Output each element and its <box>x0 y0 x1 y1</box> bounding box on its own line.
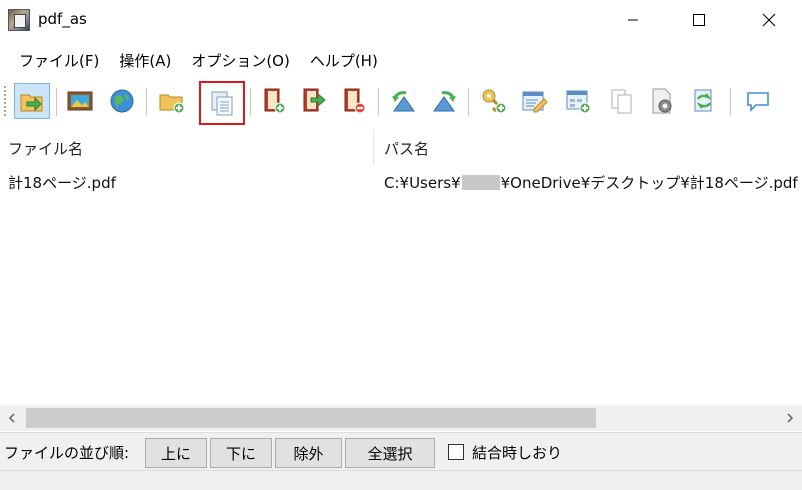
status-bar <box>0 470 802 490</box>
toolbar-separator <box>730 88 731 116</box>
web-button[interactable] <box>104 83 140 119</box>
refresh-button[interactable] <box>686 83 722 119</box>
menu-help[interactable]: ヘルプ(H) <box>300 44 388 74</box>
menu-operation[interactable]: 操作(A) <box>109 44 181 74</box>
toolbar-separator <box>468 88 469 116</box>
bookmark-checkbox-label[interactable]: 結合時しおり <box>472 442 562 463</box>
menu-file[interactable]: ファイル(F) <box>9 44 109 74</box>
redacted-username <box>461 175 500 190</box>
settings-button[interactable] <box>644 83 680 119</box>
toolbar-separator <box>378 88 379 116</box>
refresh-doc-icon <box>694 89 712 112</box>
key-add-icon <box>482 89 507 114</box>
toolbar-separator <box>146 88 147 116</box>
column-divider[interactable] <box>373 130 374 164</box>
pages-icon <box>611 89 632 114</box>
remove-document-button[interactable] <box>336 83 372 119</box>
toolbar <box>0 76 802 126</box>
horizontal-scrollbar[interactable] <box>0 405 802 431</box>
maximize-icon <box>693 14 705 26</box>
add-document-button[interactable] <box>256 83 292 119</box>
rotate-right-icon <box>433 91 456 112</box>
path-suffix: ¥OneDrive¥デスクトップ¥計18ページ.pdf <box>500 174 798 192</box>
open-file-button[interactable] <box>14 83 50 119</box>
order-controls: ファイルの並び順: 上に 下に 除外 全選択 結合時しおり <box>0 432 802 470</box>
toolbar-separator <box>56 88 57 116</box>
comment-icon <box>747 92 769 112</box>
app-window: pdf_as ファイル(F) 操作(A) オプション(O) ヘルプ(H) ファイ… <box>0 0 802 490</box>
copy-pages-button[interactable] <box>199 81 245 125</box>
window-add-button[interactable] <box>560 83 596 119</box>
security-button[interactable] <box>476 83 512 119</box>
scroll-thumb[interactable] <box>26 408 596 428</box>
edit-properties-button[interactable] <box>516 83 552 119</box>
scroll-left-button[interactable] <box>0 405 24 431</box>
move-up-button[interactable]: 上に <box>145 438 207 468</box>
menu-options[interactable]: オプション(O) <box>181 44 300 74</box>
move-down-button[interactable]: 下に <box>210 438 272 468</box>
doc-remove-icon <box>344 88 366 114</box>
file-list[interactable]: ファイル名 パス名 計18ページ.pdf C:¥Users¥ ¥OneDrive¥… <box>0 130 802 405</box>
rotate-left-icon <box>392 91 415 112</box>
chevron-left-icon <box>8 413 15 423</box>
doc-arrow-icon <box>303 88 326 112</box>
comment-button[interactable] <box>740 83 776 119</box>
column-header-path[interactable]: パス名 <box>384 138 429 159</box>
menu-bar: ファイル(F) 操作(A) オプション(O) ヘルプ(H) <box>0 44 802 74</box>
minimize-button[interactable] <box>610 0 656 40</box>
add-folder-button[interactable] <box>154 83 190 119</box>
bookmark-checkbox[interactable] <box>448 444 464 460</box>
order-label: ファイルの並び順: <box>4 444 130 462</box>
doc-add-icon <box>264 88 286 114</box>
column-header-filename[interactable]: ファイル名 <box>8 138 83 159</box>
toolbar-grip[interactable] <box>4 86 7 116</box>
path-cell: C:¥Users¥ ¥OneDrive¥デスクトップ¥計18ページ.pdf <box>384 172 798 193</box>
close-button[interactable] <box>746 0 792 40</box>
pages-button[interactable] <box>604 83 640 119</box>
scroll-right-button[interactable] <box>778 405 802 431</box>
edit-icon <box>522 91 548 113</box>
image-icon <box>67 91 93 111</box>
chevron-right-icon <box>787 413 794 423</box>
minimize-icon <box>628 19 638 21</box>
settings-doc-icon <box>652 88 672 114</box>
close-icon <box>762 13 776 27</box>
select-all-button[interactable]: 全選択 <box>345 438 435 468</box>
title-bar: pdf_as <box>0 0 802 40</box>
image-button[interactable] <box>62 83 98 119</box>
rotate-right-button[interactable] <box>426 83 462 119</box>
maximize-button[interactable] <box>676 0 722 40</box>
window-title: pdf_as <box>38 10 87 28</box>
open-folder-arrow-icon <box>20 94 43 112</box>
filename-cell: 計18ページ.pdf <box>8 174 116 192</box>
app-icon <box>8 9 30 31</box>
toolbar-separator <box>250 88 251 116</box>
path-prefix: C:¥Users¥ <box>384 174 461 192</box>
exclude-button[interactable]: 除外 <box>275 438 342 468</box>
globe-icon <box>110 89 134 113</box>
move-document-button[interactable] <box>296 83 332 119</box>
folder-add-icon <box>159 94 185 114</box>
window-add-icon <box>566 90 591 114</box>
rotate-left-button[interactable] <box>386 83 422 119</box>
copy-pages-icon <box>211 91 233 116</box>
